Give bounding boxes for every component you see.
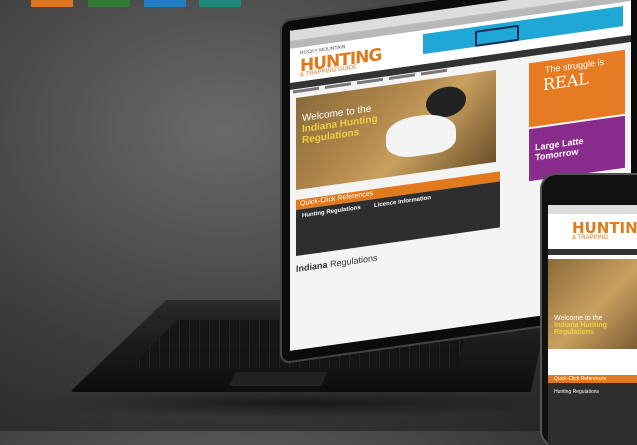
glasses-icon xyxy=(475,24,519,47)
phone-hero-text: Welcome to the Indiana Hunting Regulatio… xyxy=(554,315,607,336)
category-tile-orange[interactable] xyxy=(31,0,73,7)
laptop-touchpad xyxy=(228,372,328,386)
smartphone: HUNTING & TRAPPING Welcome to the Indian… xyxy=(542,175,637,445)
phone-hero: Welcome to the Indiana Hunting Regulatio… xyxy=(548,259,637,349)
phone-screen: HUNTING & TRAPPING Welcome to the Indian… xyxy=(548,205,637,445)
laptop-shadow xyxy=(40,388,560,418)
phone-logo-subtitle: & TRAPPING xyxy=(572,235,609,241)
phone-quick-click-panel: Hunting Regulations xyxy=(548,383,637,445)
phone-nav xyxy=(548,249,637,255)
hero-text: Welcome to the Indiana Hunting Regulatio… xyxy=(302,103,378,147)
phone-quick-click: Quick-Click References xyxy=(548,375,637,383)
regs-heading: Indiana Regulations xyxy=(296,252,378,275)
category-tile-teal[interactable] xyxy=(199,0,241,7)
phone-browser-bar xyxy=(548,205,637,214)
side-ad-purple: Large Latte Tomorrow xyxy=(529,115,625,182)
dog-graphic xyxy=(386,110,456,161)
category-tile-blue[interactable] xyxy=(144,0,186,7)
category-tile-green[interactable] xyxy=(88,0,130,7)
side-ad-orange: The struggle is REAL xyxy=(529,49,625,128)
